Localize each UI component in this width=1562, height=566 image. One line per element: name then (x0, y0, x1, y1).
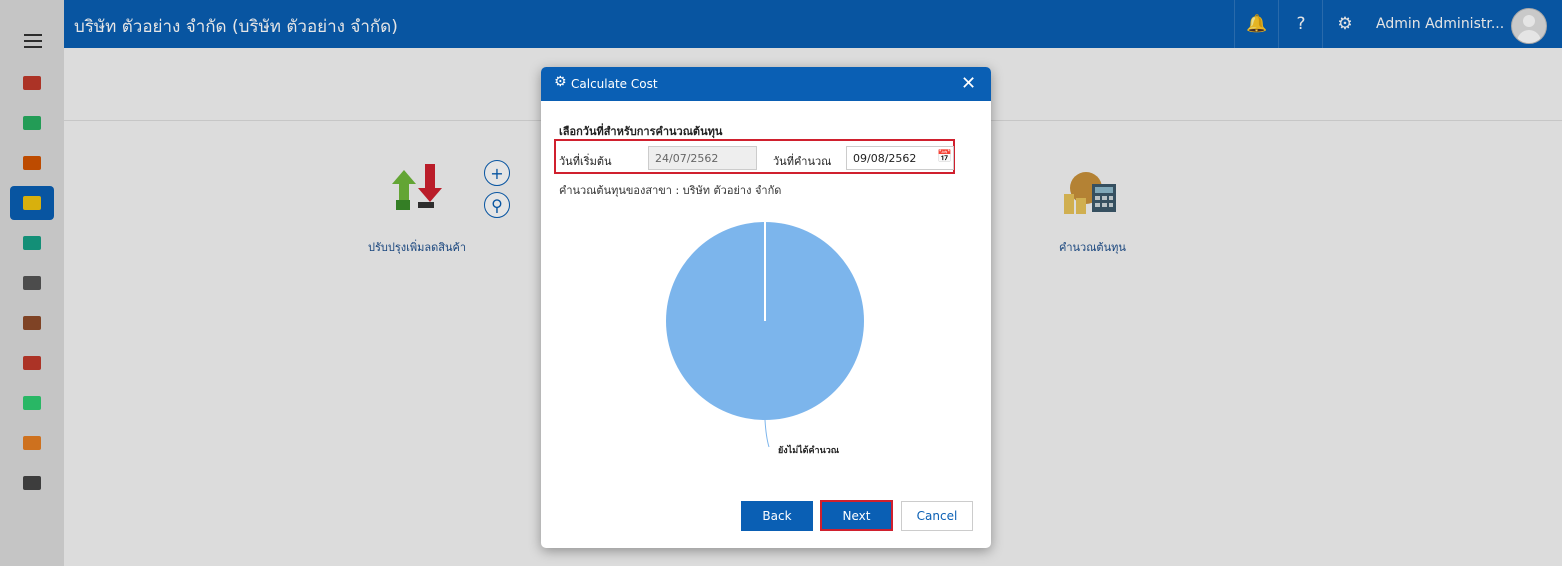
dialog-title: Calculate Cost (571, 77, 658, 91)
start-date-label: วันที่เริ่มต้น (559, 155, 612, 168)
dialog-header: ⚙ Calculate Cost ✕ (541, 67, 991, 101)
back-button[interactable]: Back (741, 501, 813, 531)
close-icon[interactable]: ✕ (961, 73, 976, 94)
pie-label-connector (764, 419, 770, 448)
start-date-field: 24/07/2562 (648, 146, 757, 170)
pie-label-not-calculated: ยังไม่ได้คำนวณ (778, 446, 840, 456)
calculate-cost-dialog: ⚙ Calculate Cost ✕ เลือกวันที่สำหรับการค… (541, 67, 991, 548)
calc-date-label: วันที่คำนวณ (773, 155, 832, 168)
gear-icon: ⚙ (554, 74, 567, 90)
pie-chart (666, 222, 864, 448)
next-button[interactable]: Next (820, 500, 893, 531)
cancel-button[interactable]: Cancel (901, 501, 973, 531)
branch-text: คำนวณต้นทุนของสาขา : บริษัท ตัวอย่าง จำก… (559, 184, 782, 197)
calendar-icon[interactable]: 📅 (937, 149, 952, 163)
section-title: เลือกวันที่สำหรับการคำนวณต้นทุน (559, 125, 723, 138)
